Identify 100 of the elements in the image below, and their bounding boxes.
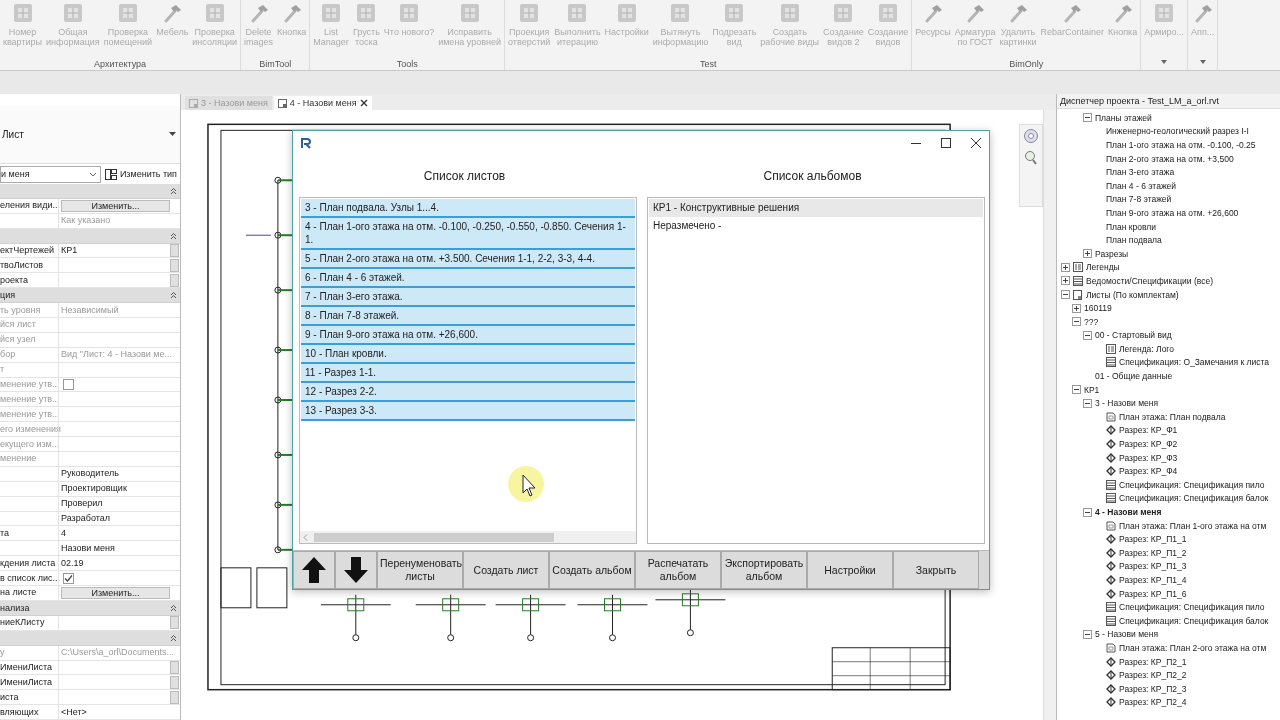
collapse-icon[interactable] bbox=[170, 633, 177, 642]
tree-item[interactable]: Инженерно-геологический разрез I-I bbox=[1106, 125, 1249, 138]
dialog-button[interactable]: Настройки bbox=[807, 551, 893, 589]
sheet-list-item[interactable]: 3 - План подвала. Узлы 1...4. bbox=[301, 199, 635, 218]
tree-item[interactable]: План 1-ого этажа на отм. -0.100, -0.25 bbox=[1106, 139, 1256, 151]
dialog-button[interactable]: Создать лист bbox=[463, 551, 549, 589]
dialog-button[interactable]: Создать альбом bbox=[549, 551, 635, 589]
collapse-icon[interactable] bbox=[1083, 113, 1092, 123]
sheet-list-item[interactable]: 5 - План 2-ого этажа на отм. +3.500. Сечения 1-1, 2-2, 3-3, 4-4. bbox=[301, 250, 635, 269]
sheet-list-item[interactable]: 4 - План 1-ого этажа на отм. -0.100, -0.250, -0.550, -0.850. Сечения 1-1. bbox=[301, 218, 635, 250]
collapse-icon[interactable] bbox=[170, 603, 177, 612]
collapse-icon[interactable] bbox=[1083, 507, 1092, 517]
tree-item[interactable]: 160119 bbox=[1084, 302, 1112, 315]
tree-item[interactable]: Спецификация: Спецификация пило bbox=[1119, 478, 1265, 491]
tree-item[interactable]: Разрез: КР_Ф3 bbox=[1119, 451, 1178, 464]
album-list-item[interactable]: Неразмечено - bbox=[649, 217, 983, 235]
caret-icon[interactable] bbox=[1160, 59, 1169, 65]
tree-item[interactable]: Разрез: КР_П1_6 bbox=[1119, 587, 1187, 600]
navigation-wheel-icon[interactable] bbox=[1023, 128, 1039, 144]
tree-item[interactable]: План этажа: План подвала bbox=[1119, 410, 1226, 423]
instance-dropdown[interactable]: и меня bbox=[0, 165, 101, 183]
collapse-icon[interactable] bbox=[1083, 629, 1092, 639]
dialog-button[interactable]: Закрыть bbox=[893, 551, 979, 589]
tree-item[interactable]: Листы (По комплектам) bbox=[1086, 288, 1179, 301]
tree-item[interactable]: ??? bbox=[1084, 315, 1099, 328]
dialog-button[interactable]: Распечатать альбом bbox=[635, 551, 721, 589]
sheet-list-item[interactable]: 7 - План 3-его этажа. bbox=[301, 288, 635, 307]
collapse-icon[interactable] bbox=[1072, 385, 1081, 395]
tree-item[interactable]: Спецификация: Спецификация балок bbox=[1119, 614, 1269, 627]
tree-item[interactable]: Разрез: КР_П1_2 bbox=[1119, 546, 1187, 559]
tree-item[interactable]: Разрез: КР_Ф4 bbox=[1119, 465, 1178, 478]
tree-item[interactable]: 01 - Общие данные bbox=[1095, 370, 1173, 383]
tree-item[interactable]: План этажа: План 1-ого этажа на отм bbox=[1119, 519, 1267, 532]
edit-button[interactable]: Изменить... bbox=[61, 587, 170, 599]
tree-item[interactable]: План 4 - 6 этажей bbox=[1106, 179, 1177, 192]
move-down-button[interactable] bbox=[335, 551, 377, 589]
sheet-list-item[interactable]: 8 - План 7-8 этажей. bbox=[301, 307, 635, 326]
close-icon[interactable] bbox=[971, 138, 981, 148]
tree-item[interactable]: 5 - Назови меня bbox=[1095, 628, 1159, 641]
caret-icon[interactable] bbox=[1198, 59, 1207, 65]
scrollbar[interactable] bbox=[1043, 110, 1056, 720]
collapse-icon[interactable] bbox=[170, 186, 177, 195]
tree-item[interactable]: Разрез: КР_П1_4 bbox=[1119, 574, 1187, 586]
tree-item[interactable]: План подвала bbox=[1106, 234, 1162, 247]
tree-item[interactable]: Разрезы bbox=[1095, 247, 1129, 260]
checkbox[interactable] bbox=[63, 572, 74, 584]
edit-button[interactable]: Изменить... bbox=[61, 199, 170, 212]
dialog-button[interactable]: Экспортировать альбом bbox=[721, 551, 807, 589]
expand-icon[interactable] bbox=[1061, 276, 1070, 286]
tree-item[interactable]: 00 - Стартовый вид bbox=[1095, 329, 1172, 342]
dialog-button[interactable]: Перенуменовать листы bbox=[377, 551, 463, 589]
tree-item[interactable]: Спецификация: Спецификация пило bbox=[1119, 601, 1265, 614]
tree-item[interactable]: Спецификация: Спецификация балок bbox=[1119, 492, 1269, 505]
view-tab[interactable]: 4 - Назови меня bbox=[273, 96, 372, 110]
tree-item[interactable]: Разрез: КР_П1_3 bbox=[1119, 560, 1187, 573]
album-list-item[interactable]: КР1 - Конструктивные решения bbox=[649, 199, 983, 217]
tree-item[interactable]: План 2-ого этажа на отм. +3,500 bbox=[1106, 152, 1234, 165]
tree-item[interactable]: Легенды bbox=[1086, 261, 1120, 274]
tree-item[interactable]: Разрез: КР_Ф1 bbox=[1119, 424, 1178, 437]
collapse-icon[interactable] bbox=[1083, 398, 1092, 408]
tree-item[interactable]: Разрез: КР_П2_1 bbox=[1119, 655, 1187, 668]
collapse-icon[interactable] bbox=[170, 231, 177, 240]
type-selector[interactable]: Лист bbox=[0, 106, 180, 164]
sheet-list-item[interactable]: 9 - План 9-ого этажа на отм. +26,600. bbox=[301, 326, 635, 345]
tree-item[interactable]: Ведомости/Спецификации (все) bbox=[1086, 274, 1213, 287]
tree-item[interactable]: План кровли bbox=[1106, 220, 1157, 233]
tree-item[interactable]: Разрез: КР_П2_3 bbox=[1119, 682, 1187, 695]
tree-item[interactable]: План 3-его этажа bbox=[1106, 166, 1175, 179]
sheet-list-item[interactable]: 12 - Разрез 2-2. bbox=[301, 383, 635, 402]
collapse-icon[interactable] bbox=[1083, 330, 1092, 340]
tree-item[interactable]: Разрез: КР_Ф2 bbox=[1119, 438, 1178, 451]
tree-item[interactable]: Разрез: КР_П2_2 bbox=[1119, 669, 1187, 682]
expand-icon[interactable] bbox=[1083, 249, 1092, 259]
tree-item[interactable]: КР1 bbox=[1084, 383, 1100, 396]
close-icon[interactable] bbox=[359, 99, 368, 107]
expand-icon[interactable] bbox=[1072, 303, 1081, 313]
tree-item[interactable]: План 9-ого этажа на отм. +26,600 bbox=[1106, 206, 1239, 219]
tree-item[interactable]: Разрез: КР_П1_1 bbox=[1119, 533, 1187, 546]
tree-item[interactable]: План этажа: План 2-ого этажа на отм bbox=[1119, 641, 1267, 654]
edit-type-button[interactable]: Изменить тип bbox=[104, 168, 180, 180]
tree-item[interactable]: 3 - Назови меня bbox=[1095, 397, 1159, 410]
collapse-icon[interactable] bbox=[1072, 317, 1081, 327]
collapse-icon[interactable] bbox=[1061, 290, 1070, 299]
collapse-icon[interactable] bbox=[170, 291, 177, 300]
sheet-list-item[interactable]: 11 - Разрез 1-1. bbox=[301, 364, 635, 383]
section-header[interactable]: ция bbox=[0, 288, 180, 304]
tree-item[interactable]: Легенда: Лого bbox=[1119, 342, 1174, 355]
move-up-button[interactable] bbox=[293, 551, 335, 589]
zoom-icon[interactable] bbox=[1024, 150, 1038, 166]
tree-item[interactable]: План 7-8 этажей bbox=[1106, 193, 1172, 206]
tree-item[interactable]: Разрез: КР_П2_4 bbox=[1119, 696, 1187, 709]
tree-item[interactable]: Спецификация: О_Замечания к листа bbox=[1119, 356, 1270, 369]
sheet-list-item[interactable]: 10 - План кровли. bbox=[301, 345, 635, 364]
tree-item[interactable]: 4 - Назови меня bbox=[1095, 506, 1162, 518]
sheet-list-item[interactable]: 13 - Разрез 3-3. bbox=[301, 402, 635, 421]
scrollbar[interactable] bbox=[300, 531, 636, 543]
sheet-list-item[interactable]: 6 - План 4 - 6 этажей. bbox=[301, 269, 635, 288]
maximize-icon[interactable] bbox=[941, 138, 951, 148]
expand-icon[interactable] bbox=[1061, 262, 1070, 272]
tree-item[interactable]: Планы этажей bbox=[1095, 111, 1152, 124]
